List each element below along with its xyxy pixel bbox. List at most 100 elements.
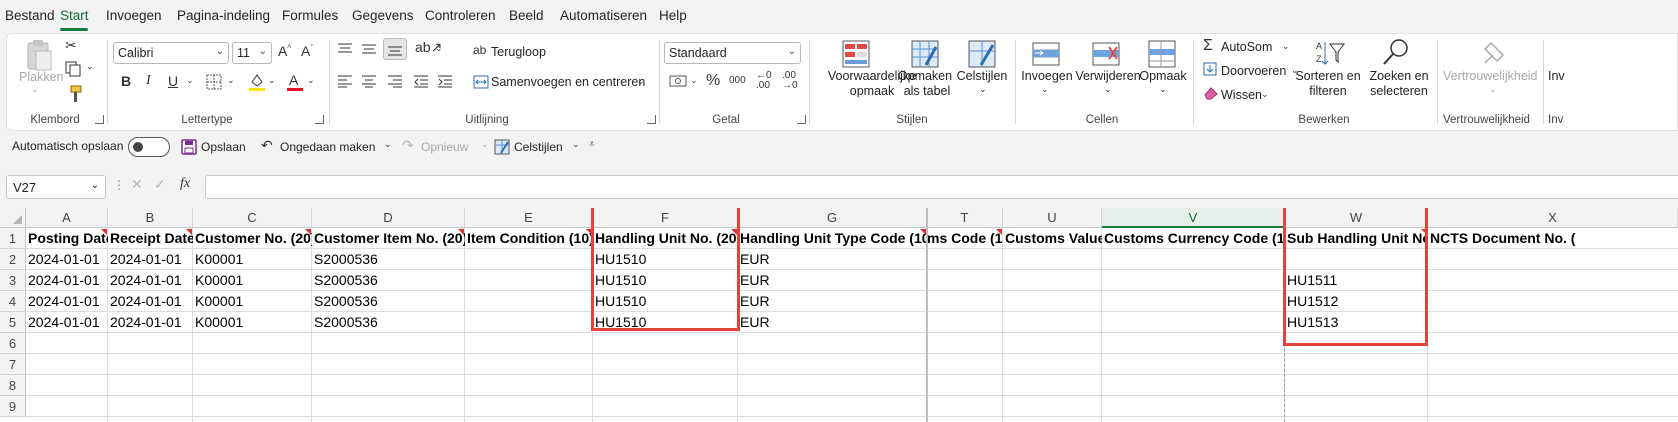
insert-cells-button[interactable]: Invoegen (1019, 69, 1075, 83)
merge-chevron-icon[interactable]: ⌄ (637, 76, 645, 87)
column-header-v[interactable]: V (1102, 208, 1285, 228)
number-launcher-icon[interactable] (797, 115, 806, 124)
menu-invoegen[interactable]: Invoegen (106, 8, 162, 23)
header-cell-u[interactable]: Customs Value (1003, 228, 1102, 249)
column-header-a[interactable]: A (26, 208, 108, 228)
more-options-icon[interactable]: ⋮ (113, 178, 125, 192)
save-icon[interactable] (181, 139, 197, 155)
customize-qat-icon[interactable]: ⩡ (589, 139, 595, 150)
menu-beeld[interactable]: Beeld (509, 8, 544, 23)
header-cell-t[interactable]: ms Code (10) (927, 228, 1003, 249)
alignment-launcher-icon[interactable] (647, 115, 656, 124)
enter-icon[interactable]: ✓ (154, 176, 166, 193)
paste-icon[interactable] (25, 39, 53, 73)
data-cell-v2[interactable] (1102, 249, 1285, 270)
clear-button[interactable]: Wissen (1221, 88, 1262, 102)
sort-filter-label[interactable]: Sorteren en (1293, 69, 1363, 83)
comment-indicator[interactable] (186, 229, 192, 235)
sensitivity-button[interactable]: Vertrouwelijkheid (1443, 69, 1538, 83)
header-cell-e[interactable]: Item Condition (10) (465, 228, 593, 249)
font-launcher-icon[interactable] (315, 115, 324, 124)
accounting-format-icon[interactable] (669, 74, 687, 88)
header-cell-b[interactable]: Receipt Date (108, 228, 193, 249)
align-middle-icon[interactable] (361, 42, 377, 56)
column-header-e[interactable]: E (465, 208, 593, 228)
underline-button[interactable]: U (168, 73, 178, 89)
conditional-formatting-icon[interactable] (841, 39, 871, 69)
font-name-select[interactable]: Calibri ⌄ (113, 42, 229, 64)
data-cell-u2[interactable] (1003, 249, 1102, 270)
data-cell-b5[interactable]: 2024-01-01 (108, 312, 193, 333)
menu-formules[interactable]: Formules (282, 8, 338, 23)
bold-button[interactable]: B (121, 73, 131, 89)
data-cell-g2[interactable]: EUR (738, 249, 927, 270)
row-header-1[interactable]: 1 (0, 228, 26, 249)
data-cell-g5[interactable]: EUR (738, 312, 927, 333)
find-select-label[interactable]: Zoeken en (1363, 69, 1435, 83)
decrease-decimal-icon[interactable]: .00 →0 (782, 71, 798, 91)
data-cell-t5[interactable] (927, 312, 1003, 333)
autosum-chevron-icon[interactable]: ⌄ (1282, 41, 1290, 52)
data-cell-g3[interactable]: EUR (738, 270, 927, 291)
data-cell-e2[interactable] (465, 249, 593, 270)
align-left-icon[interactable] (337, 74, 353, 88)
thousands-separator-button[interactable]: 000 (729, 75, 746, 86)
autosave-toggle[interactable] (128, 137, 170, 157)
clipboard-launcher-icon[interactable] (95, 115, 104, 124)
data-cell-a5[interactable]: 2024-01-01 (26, 312, 108, 333)
menu-pagina-indeling[interactable]: Pagina-indeling (177, 8, 270, 23)
formula-input[interactable] (205, 175, 1678, 199)
font-color-icon[interactable]: A (286, 72, 304, 92)
data-cell-t3[interactable] (927, 270, 1003, 291)
format-cells-icon[interactable] (1147, 39, 1177, 69)
cell-styles-qat-icon[interactable] (494, 139, 510, 155)
cut-icon[interactable]: ✂ (65, 37, 77, 54)
menu-bestand[interactable]: Bestand (5, 8, 55, 23)
column-header-x[interactable]: X (1428, 208, 1678, 228)
sensitivity-chevron-icon[interactable]: ⌄ (1489, 84, 1497, 95)
data-cell-x3[interactable] (1428, 270, 1678, 291)
row-header-2[interactable]: 2 (0, 249, 26, 270)
menu-start[interactable]: Start (60, 8, 89, 23)
select-all-corner[interactable] (0, 208, 26, 228)
row-header-9[interactable]: 9 (0, 396, 26, 417)
data-cell-b4[interactable]: 2024-01-01 (108, 291, 193, 312)
increase-decimal-icon[interactable]: ←0.00 (756, 71, 772, 91)
insert-chevron-icon[interactable]: ⌄ (1041, 84, 1049, 95)
insert-cells-icon[interactable] (1031, 39, 1061, 69)
cell-styles-qat-chevron-icon[interactable]: ⌄ (572, 139, 580, 150)
data-cell-t4[interactable] (927, 291, 1003, 312)
delete-cells-icon[interactable] (1091, 39, 1121, 69)
column-header-b[interactable]: B (108, 208, 193, 228)
merge-center-icon[interactable] (473, 75, 489, 89)
underline-chevron-icon[interactable]: ⌄ (186, 75, 194, 86)
copy-chevron-icon[interactable]: ⌄ (86, 61, 94, 72)
fill-color-icon[interactable] (248, 72, 266, 92)
sensitivity-icon[interactable] (1481, 39, 1507, 67)
column-header-g[interactable]: G (738, 208, 927, 228)
paste-label[interactable]: Plakken (19, 70, 63, 84)
data-cell-x2[interactable] (1428, 249, 1678, 270)
row-header-3[interactable]: 3 (0, 270, 26, 291)
data-cell-e4[interactable] (465, 291, 593, 312)
data-cell-x4[interactable] (1428, 291, 1678, 312)
increase-indent-icon[interactable] (437, 74, 453, 88)
comment-indicator[interactable] (305, 229, 311, 235)
addins-button[interactable]: Inv (1548, 69, 1565, 83)
menu-help[interactable]: Help (659, 8, 687, 23)
row-header-8[interactable]: 8 (0, 375, 26, 396)
data-cell-v3[interactable] (1102, 270, 1285, 291)
font-color-chevron-icon[interactable]: ⌄ (307, 75, 315, 86)
undo-icon[interactable]: ↶ (261, 137, 273, 154)
row-header-5[interactable]: 5 (0, 312, 26, 333)
header-cell-g[interactable]: Handling Unit Type Code (10) (738, 228, 927, 249)
data-cell-v5[interactable] (1102, 312, 1285, 333)
align-right-icon[interactable] (387, 74, 403, 88)
insert-function-button[interactable]: fx (180, 176, 190, 192)
undo-chevron-icon[interactable]: ⌄ (384, 139, 392, 150)
redo-button[interactable]: Opnieuw (421, 140, 468, 154)
decrease-indent-icon[interactable] (413, 74, 429, 88)
data-cell-d3[interactable]: S2000536 (312, 270, 465, 291)
borders-chevron-icon[interactable]: ⌄ (227, 75, 235, 86)
header-cell-d[interactable]: Customer Item No. (20) (312, 228, 465, 249)
